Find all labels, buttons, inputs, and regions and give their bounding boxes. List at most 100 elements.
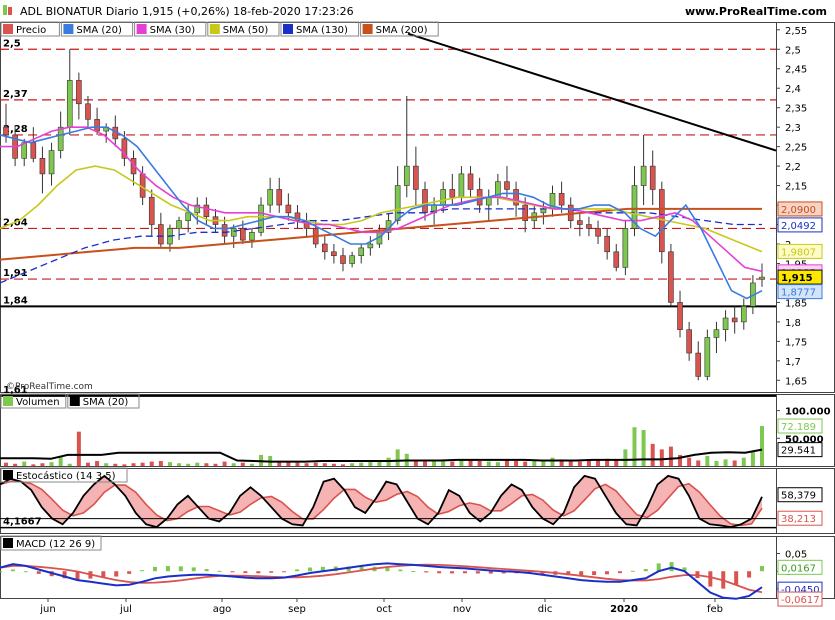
volume-bar (149, 461, 154, 466)
candle-body (276, 189, 283, 206)
candle-body (39, 158, 46, 175)
volume-bar (240, 462, 245, 466)
macd-histogram-bar (734, 571, 739, 586)
volume-tick-label: 100.000 (785, 407, 831, 418)
volume-bar (195, 462, 200, 466)
candle-body (622, 228, 629, 268)
macd-histogram-bar (462, 571, 467, 574)
volume-bar (222, 461, 227, 466)
volume-bar (76, 431, 81, 466)
candle-body (321, 243, 328, 253)
macd-histogram-bar (411, 571, 416, 573)
volume-bar (705, 456, 710, 466)
candle-body (695, 352, 702, 377)
candle-body (595, 228, 601, 237)
volume-bar (122, 464, 127, 466)
legend-swatch (3, 24, 13, 34)
volume-bar (696, 460, 701, 466)
volume-bar (177, 463, 182, 466)
volume-bar (550, 457, 555, 466)
candle-body (76, 80, 82, 105)
volume-legend-swatch (3, 396, 13, 406)
candle-body (413, 165, 419, 190)
legend-swatch (362, 24, 373, 34)
volume-bar (668, 446, 673, 466)
macd-histogram-bar (191, 567, 196, 572)
candle-body (230, 228, 237, 237)
macd-histogram-bar (450, 571, 455, 574)
macd-histogram-bar (630, 570, 635, 572)
candle-body (449, 189, 456, 198)
volume-bar (31, 464, 36, 466)
volume-bar (359, 462, 364, 466)
candle-body (148, 196, 155, 225)
macd-tick-label: 0,05 (785, 550, 807, 561)
legend-swatch (63, 24, 74, 34)
price-tick-label: 2,35 (785, 104, 807, 115)
volume-bar (687, 457, 692, 466)
volume-bar (495, 462, 500, 466)
volume-bar (468, 460, 473, 466)
price-value-label: 2,0492 (781, 221, 816, 232)
candle-body (731, 317, 738, 323)
volume-bar (331, 463, 336, 466)
candle-body (686, 329, 692, 354)
level-label: 1,84 (3, 295, 28, 306)
candle-body (30, 142, 37, 159)
volume-bar (750, 452, 755, 466)
candle-body (221, 224, 228, 237)
macd-histogram-bar (669, 562, 674, 572)
macd-histogram-bar (488, 571, 493, 574)
volume-bar (514, 461, 519, 466)
volume-bar (13, 463, 18, 466)
price-tick-label: 2,4 (785, 84, 801, 95)
x-tick-label: sep (288, 604, 306, 615)
volume-bar (104, 463, 109, 466)
candle-body (185, 212, 191, 221)
candle-body (722, 317, 729, 330)
macd-histogram-bar (747, 571, 752, 578)
x-tick-label: jun (39, 604, 55, 615)
macd-histogram-bar (269, 571, 274, 573)
candle-body (349, 255, 355, 264)
volume-bar (723, 459, 728, 466)
macd-histogram-bar (708, 571, 713, 587)
macd-histogram-bar (307, 567, 312, 572)
candle-body (94, 119, 100, 132)
candle-body (285, 204, 292, 214)
candle-body (358, 247, 365, 256)
volume-bar (532, 461, 537, 466)
candle-body (66, 80, 73, 128)
volume-bar (158, 461, 163, 466)
price-value-label: 1,9807 (781, 247, 816, 258)
volume-bar (67, 463, 72, 466)
volume-bar (486, 461, 491, 466)
candle-body (604, 235, 610, 253)
macd-histogram-bar (760, 566, 764, 572)
candle-body (85, 103, 91, 120)
price-tick-label: 1,65 (785, 376, 807, 387)
volume-bar (395, 449, 400, 466)
candle-body (640, 165, 647, 186)
candle-body (668, 251, 674, 303)
stochastic-k-value-label: 58,379 (781, 491, 816, 502)
candle-body (458, 173, 465, 198)
volume-bar (204, 463, 209, 466)
price-tick-label: 2,55 (785, 26, 807, 37)
macd-histogram-bar (204, 569, 209, 572)
macd-histogram-bar (437, 571, 442, 574)
chart-canvas[interactable]: 2,552,52,452,42,352,32,252,22,152,12,052… (0, 0, 835, 620)
volume-legend-label: Volumen (16, 397, 60, 408)
volume-bar (350, 463, 355, 466)
volume-bar (249, 463, 254, 466)
x-tick-label: oct (376, 604, 392, 615)
legend-label: SMA (30) (150, 25, 196, 36)
stochastic-legend-label: Estocástico (14 3 5) (16, 470, 116, 482)
volume-bar (413, 461, 418, 466)
volume-value-label: 72.189 (781, 422, 816, 433)
macd-histogram-bar (295, 569, 300, 572)
trendline (407, 32, 777, 152)
sma130-line (0, 208, 762, 284)
macd-legend-swatch (3, 538, 13, 548)
volume-bar (760, 426, 764, 466)
